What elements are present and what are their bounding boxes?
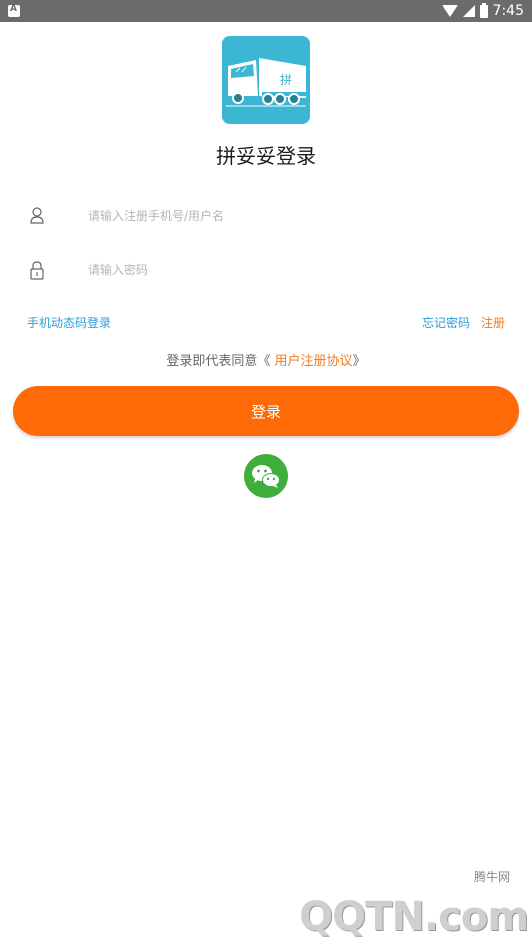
user-agreement-link[interactable]: 用户注册协议 bbox=[275, 354, 353, 369]
watermark: 腾牛网 QQTN.com bbox=[299, 866, 532, 946]
battery-icon bbox=[479, 2, 488, 18]
user-icon bbox=[28, 206, 46, 226]
phone-input[interactable] bbox=[88, 202, 498, 230]
agreement-suffix: 》 bbox=[352, 354, 366, 369]
app-logo: 拼 bbox=[222, 36, 310, 124]
forgot-password-link[interactable]: 忘记密码 bbox=[422, 314, 470, 331]
page-title: 拼妥妥登录 bbox=[216, 144, 316, 168]
status-bar: 7:45 bbox=[0, 0, 532, 22]
phone-field-row bbox=[0, 194, 532, 238]
password-field-row bbox=[0, 248, 532, 292]
signal-icon bbox=[462, 5, 475, 17]
wechat-login-button[interactable] bbox=[244, 454, 288, 498]
agreement-prefix: 登录即代表同意《 bbox=[166, 354, 275, 369]
agreement-text: 登录即代表同意《 用户注册协议》 bbox=[0, 350, 532, 369]
status-time: 7:45 bbox=[492, 3, 524, 19]
notification-icon bbox=[8, 4, 20, 17]
sms-login-link[interactable]: 手机动态码登录 bbox=[27, 314, 111, 331]
register-link[interactable]: 注册 bbox=[481, 314, 505, 331]
lock-icon bbox=[28, 260, 46, 280]
watermark-brand: 腾牛网 bbox=[473, 870, 510, 884]
logo-badge: 拼 bbox=[280, 73, 292, 87]
wifi-icon bbox=[441, 5, 458, 17]
truck-icon: 拼 bbox=[222, 36, 310, 124]
wechat-icon bbox=[252, 465, 280, 488]
password-input[interactable] bbox=[88, 256, 498, 284]
watermark-text: QQTN.com bbox=[299, 894, 529, 940]
login-button[interactable]: 登录 bbox=[13, 386, 519, 436]
status-icons: 7:45 bbox=[441, 2, 524, 20]
